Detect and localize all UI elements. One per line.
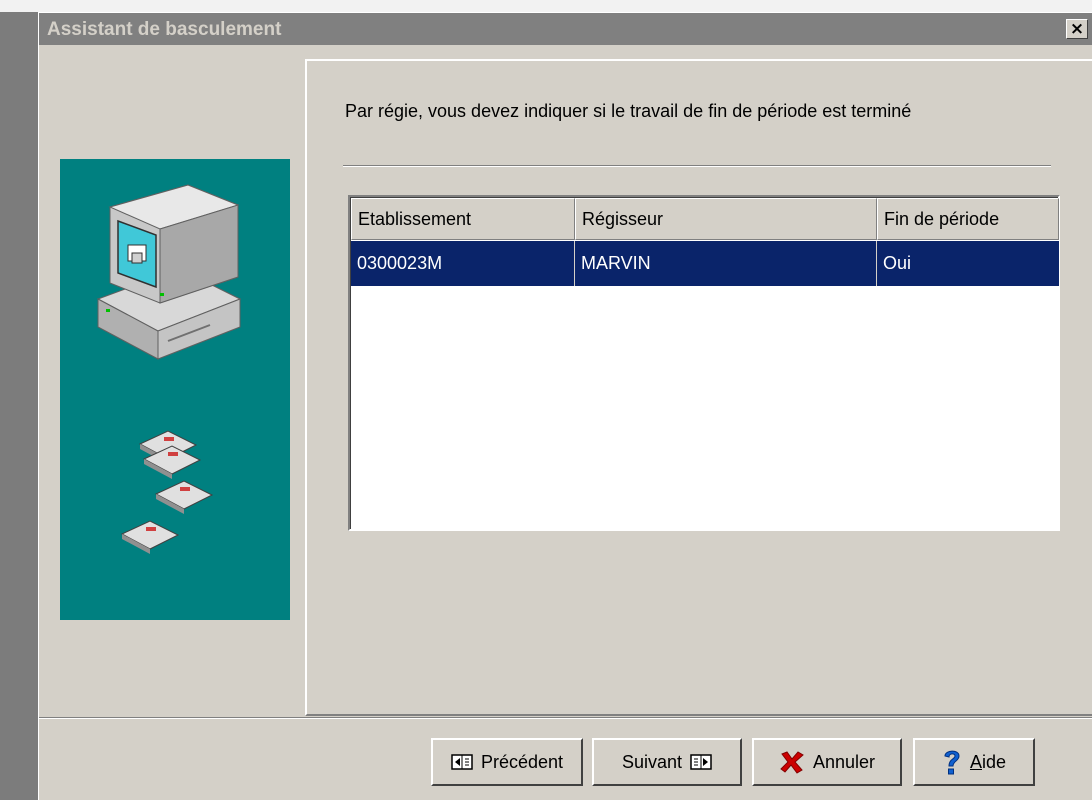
cell-regisseur[interactable]: MARVIN [575,241,877,286]
help-label: Aide [969,751,1007,772]
wizard-window: Assistant de basculement × Par régie, vo… [38,12,1092,800]
table-row[interactable]: 0300023M MARVIN Oui [351,241,1059,286]
red-x-icon [779,750,805,774]
instruction-text: Par régie, vous devez indiquer si le tra… [345,101,912,121]
column-header-regisseur[interactable]: Régisseur [575,198,877,240]
question-mark-icon [942,748,962,776]
close-button[interactable]: × [1066,19,1088,39]
window-title: Assistant de basculement [47,19,282,40]
title-bar[interactable]: Assistant de basculement × [39,13,1092,45]
desktop-top-strip [0,0,1092,12]
column-header-fin-de-periode[interactable]: Fin de période [877,198,1059,240]
regie-grid[interactable]: Etablissement Régisseur Fin de période 0… [348,195,1060,531]
floppy-disk-icon [120,430,214,554]
help-button[interactable]: Aide [913,738,1035,786]
previous-button[interactable]: Précédent [431,738,583,786]
arrow-left-box-icon [451,754,473,770]
cancel-button[interactable]: Annuler [752,738,902,786]
wizard-illustration-panel [60,159,290,620]
desktop-background [0,0,38,800]
grid-header: Etablissement Régisseur Fin de période [351,198,1059,240]
previous-label: Précédent [480,751,564,772]
close-icon: × [1069,18,1085,39]
next-label: Suivant [621,751,683,772]
column-header-etablissement[interactable]: Etablissement [351,198,575,240]
next-button[interactable]: Suivant [592,738,742,786]
header-separator [343,165,1051,167]
wizard-content-panel: Par régie, vous devez indiquer si le tra… [305,59,1092,716]
button-bar-separator [39,717,1092,719]
cancel-label: Annuler [812,751,876,772]
cell-fin-de-periode[interactable]: Oui [877,241,1059,286]
arrow-right-box-icon [690,754,712,770]
cell-etablissement[interactable]: 0300023M [351,241,575,286]
